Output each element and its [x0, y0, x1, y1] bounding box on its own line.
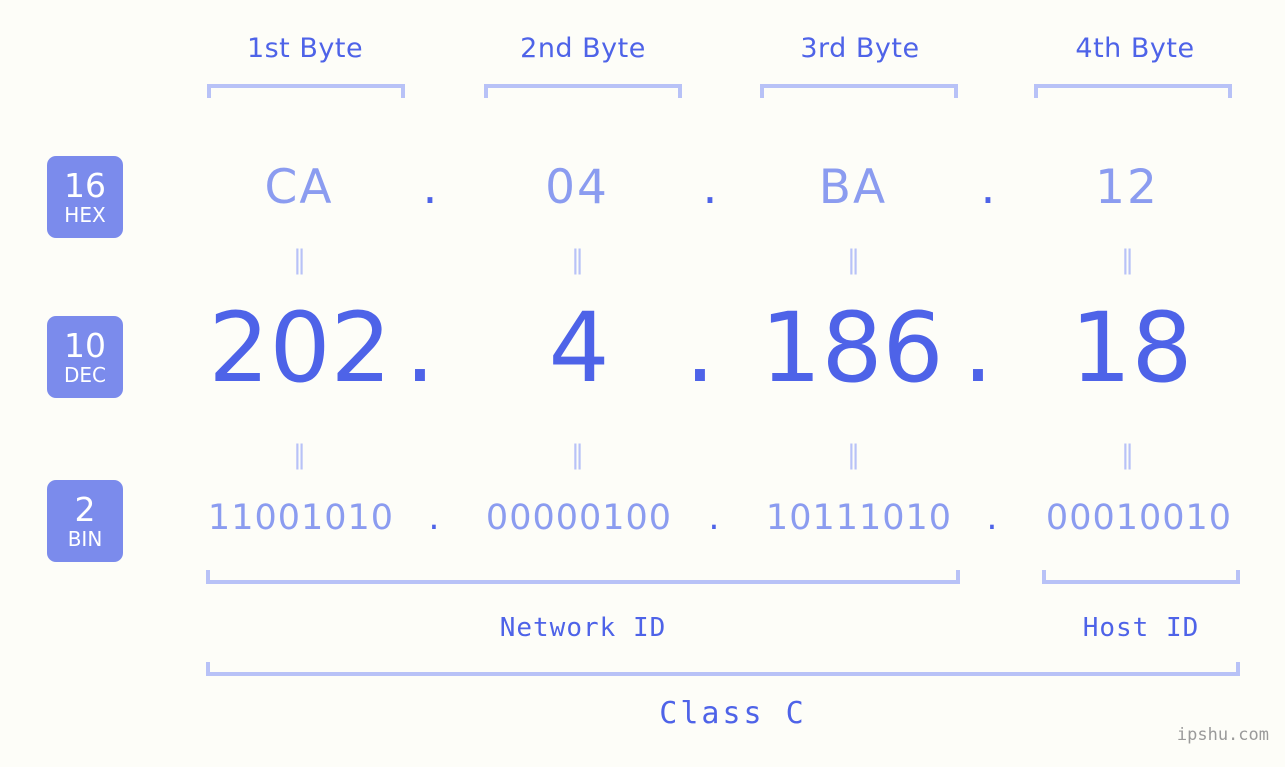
equality-marker-hex-dec-1: ‖ [293, 245, 306, 275]
base-badge-hex: 16 HEX [47, 156, 123, 238]
bin-byte-2: 00000100 [485, 498, 673, 538]
hex-separator-1: . [422, 160, 438, 215]
hex-separator-3: . [980, 160, 996, 215]
hex-byte-3: BA [818, 160, 888, 215]
equality-marker-dec-bin-2: ‖ [571, 440, 584, 470]
equality-marker-dec-bin-3: ‖ [847, 440, 860, 470]
hex-byte-4: 12 [1095, 160, 1159, 215]
bin-separator-1: . [428, 498, 440, 538]
base-badge-dec-label: DEC [63, 362, 106, 387]
byte-header-1: 1st Byte [246, 33, 364, 64]
base-badge-hex-label: HEX [64, 202, 106, 227]
byte-header-3: 3rd Byte [800, 33, 920, 64]
equality-marker-hex-dec-3: ‖ [847, 245, 860, 275]
base-badge-bin-number: 2 [74, 489, 96, 529]
byte-bracket-1 [207, 84, 405, 98]
dec-separator-1: . [404, 292, 436, 404]
class-bracket [206, 662, 1240, 676]
bin-byte-3: 10111010 [765, 498, 953, 538]
dec-separator-3: . [962, 292, 994, 404]
bin-byte-4: 00010010 [1045, 498, 1233, 538]
network-id-bracket [206, 570, 960, 584]
bin-separator-3: . [986, 498, 998, 538]
host-id-bracket [1042, 570, 1240, 584]
bin-byte-1: 11001010 [207, 498, 395, 538]
dec-byte-2: 4 [548, 292, 610, 404]
byte-bracket-2 [484, 84, 682, 98]
dec-byte-1: 202 [208, 292, 392, 404]
byte-header-4: 4th Byte [1075, 33, 1195, 64]
base-badge-hex-number: 16 [64, 165, 106, 205]
ip-address-breakdown-diagram: 1st Byte 2nd Byte 3rd Byte 4th Byte 16 H… [0, 0, 1285, 767]
byte-bracket-4 [1034, 84, 1232, 98]
base-badge-bin-label: BIN [67, 526, 103, 551]
hex-byte-1: CA [264, 160, 334, 215]
hex-separator-2: . [702, 160, 718, 215]
network-id-label: Network ID [499, 613, 667, 643]
equality-marker-dec-bin-4: ‖ [1121, 440, 1134, 470]
base-badge-dec-number: 10 [64, 325, 106, 365]
bin-separator-2: . [708, 498, 720, 538]
hex-byte-2: 04 [545, 160, 609, 215]
byte-bracket-3 [760, 84, 958, 98]
equality-marker-hex-dec-4: ‖ [1121, 245, 1134, 275]
host-id-label: Host ID [1082, 613, 1200, 643]
base-badge-dec: 10 DEC [47, 316, 123, 398]
site-watermark: ipshu.com [1176, 725, 1269, 745]
base-badge-bin: 2 BIN [47, 480, 123, 562]
equality-marker-hex-dec-2: ‖ [571, 245, 584, 275]
dec-separator-2: . [684, 292, 716, 404]
equality-marker-dec-bin-1: ‖ [293, 440, 306, 470]
dec-byte-4: 18 [1070, 292, 1193, 404]
byte-header-2: 2nd Byte [520, 33, 646, 64]
class-label: Class C [659, 696, 807, 731]
dec-byte-3: 186 [760, 292, 944, 404]
